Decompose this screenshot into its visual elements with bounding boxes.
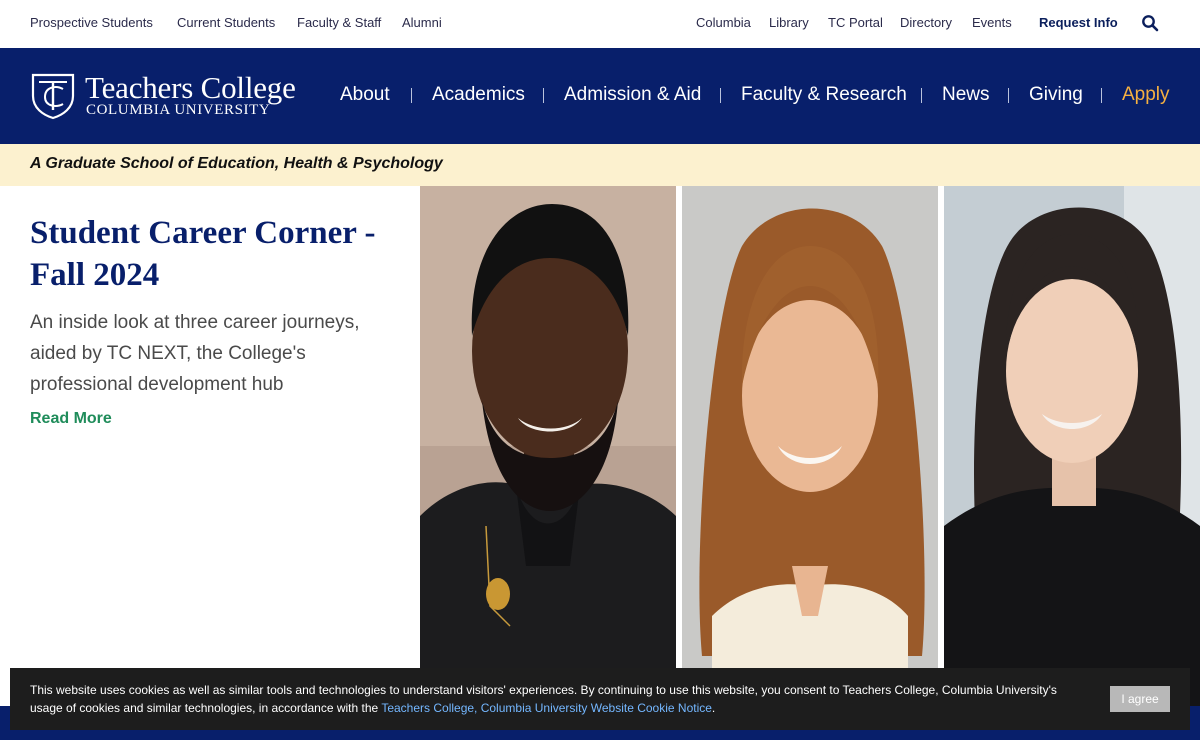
request-info-link[interactable]: Request Info [1039,15,1118,30]
agree-button[interactable]: I agree [1110,686,1170,712]
shield-logo-icon [31,73,75,120]
nav-apply[interactable]: Apply [1122,84,1170,106]
hero-text-panel: Student Career Corner - Fall 2024 An ins… [0,186,420,668]
logo-name: Teachers College [85,70,296,105]
utility-link-directory[interactable]: Directory [900,15,952,30]
utility-link-tc-portal[interactable]: TC Portal [828,15,883,30]
nav-separator [921,88,922,103]
nav-faculty-research[interactable]: Faculty & Research [741,84,907,106]
utility-link-library[interactable]: Library [769,15,809,30]
search-button[interactable] [1141,14,1159,32]
tagline-text: A Graduate School of Education, Health &… [30,155,443,172]
logo-subname: COLUMBIA UNIVERSITY [86,102,271,118]
portrait-woman-1 [682,186,938,706]
hero-photo-3 [944,186,1200,706]
portrait-woman-2 [944,186,1200,706]
nav-news[interactable]: News [942,84,990,106]
utility-link-prospective-students[interactable]: Prospective Students [30,15,153,30]
nav-separator [1101,88,1102,103]
utility-bar: Prospective Students Current Students Fa… [0,0,1200,48]
nav-separator [720,88,721,103]
portrait-man [420,186,676,706]
nav-separator [543,88,544,103]
site-logo[interactable]: Teachers College COLUMBIA UNIVERSITY [30,70,320,120]
cookie-message-end: . [711,701,716,715]
hero-title: Student Career Corner - Fall 2024 [30,215,376,293]
hero-photo-1 [420,186,676,706]
utility-link-columbia[interactable]: Columbia [696,15,751,30]
nav-separator [411,88,412,103]
hero-description: An inside look at three career journeys,… [30,312,360,395]
search-icon [1142,15,1159,32]
cookie-text: This website uses cookies as well as sim… [30,681,1070,717]
read-more-link[interactable]: Read More [30,410,112,428]
nav-admission-aid[interactable]: Admission & Aid [564,84,701,106]
utility-link-faculty-staff[interactable]: Faculty & Staff [297,15,381,30]
nav-academics[interactable]: Academics [432,84,525,106]
cookie-banner: This website uses cookies as well as sim… [10,668,1190,730]
nav-giving[interactable]: Giving [1029,84,1083,106]
utility-link-alumni[interactable]: Alumni [402,15,442,30]
main-nav: Teachers College COLUMBIA UNIVERSITY Abo… [0,48,1200,144]
hero-photo-2 [682,186,938,706]
nav-separator [1008,88,1009,103]
nav-about[interactable]: About [340,84,390,106]
utility-link-current-students[interactable]: Current Students [177,15,275,30]
cookie-notice-link[interactable]: Teachers College, Columbia University We… [381,701,712,715]
tagline-bar: A Graduate School of Education, Health &… [0,144,1200,186]
utility-link-events[interactable]: Events [972,15,1012,30]
